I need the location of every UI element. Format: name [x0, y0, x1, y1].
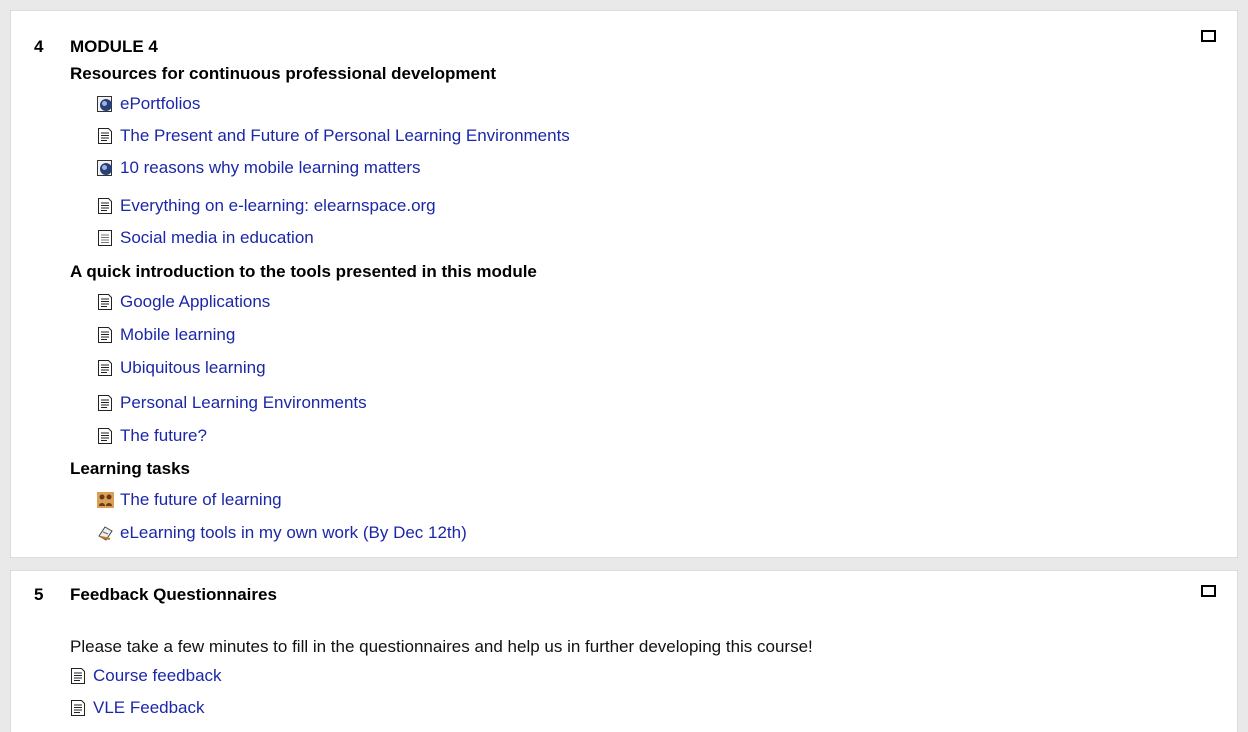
document-icon: [97, 394, 114, 412]
resource-link[interactable]: Personal Learning Environments: [120, 393, 367, 413]
list-item[interactable]: ePortfolios: [97, 93, 200, 115]
section-summary: Please take a few minutes to fill in the…: [70, 637, 813, 656]
resource-link[interactable]: Everything on e-learning: elearnspace.or…: [120, 196, 436, 216]
group-heading: Learning tasks: [70, 459, 190, 478]
resource-link[interactable]: Course feedback: [93, 666, 222, 686]
section-title: Feedback Questionnaires: [70, 585, 277, 604]
document-icon: [97, 326, 114, 344]
document-icon: [97, 197, 114, 215]
list-item[interactable]: Everything on e-learning: elearnspace.or…: [97, 195, 436, 217]
section-number: 4: [34, 37, 44, 56]
highlight-checkbox[interactable]: [1201, 585, 1216, 597]
list-item[interactable]: Course feedback: [70, 665, 222, 687]
activity-link[interactable]: The future of learning: [120, 490, 282, 510]
section-5: 5 Feedback Questionnaires Please take a …: [10, 570, 1238, 732]
list-item[interactable]: Social media in education: [97, 227, 314, 249]
resource-link[interactable]: Google Applications: [120, 292, 270, 312]
section-number: 5: [34, 585, 44, 604]
text-file-icon: [97, 229, 114, 247]
document-icon: [97, 427, 114, 445]
group-heading: Resources for continuous professional de…: [70, 64, 497, 83]
document-icon: [97, 127, 114, 145]
resource-link[interactable]: 10 reasons why mobile learning matters: [120, 158, 420, 178]
document-icon: [70, 667, 87, 685]
list-item[interactable]: Ubiquitous learning: [97, 357, 266, 379]
assignment-icon: [97, 524, 114, 542]
resource-link[interactable]: Ubiquitous learning: [120, 358, 266, 378]
forum-icon: [97, 491, 114, 509]
section-title: MODULE 4: [70, 37, 158, 56]
list-item[interactable]: eLearning tools in my own work (By Dec 1…: [97, 522, 467, 544]
resource-link[interactable]: Mobile learning: [120, 325, 235, 345]
resource-link[interactable]: The Present and Future of Personal Learn…: [120, 126, 570, 146]
list-item[interactable]: VLE Feedback: [70, 697, 205, 719]
list-item[interactable]: 10 reasons why mobile learning matters: [97, 157, 420, 179]
globe-icon: [97, 159, 114, 177]
document-icon: [97, 359, 114, 377]
list-item[interactable]: The future of learning: [97, 489, 282, 511]
group-heading: A quick introduction to the tools presen…: [70, 262, 537, 281]
resource-link[interactable]: ePortfolios: [120, 94, 200, 114]
list-item[interactable]: Personal Learning Environments: [97, 392, 367, 414]
document-icon: [97, 293, 114, 311]
list-item[interactable]: The future?: [97, 425, 207, 447]
section-4: 4 MODULE 4 Resources for continuous prof…: [10, 10, 1238, 558]
list-item[interactable]: Mobile learning: [97, 324, 235, 346]
activity-link[interactable]: eLearning tools in my own work (By Dec 1…: [120, 523, 467, 543]
resource-link[interactable]: The future?: [120, 426, 207, 446]
document-icon: [70, 699, 87, 717]
highlight-checkbox[interactable]: [1201, 30, 1216, 42]
list-item[interactable]: The Present and Future of Personal Learn…: [97, 125, 570, 147]
resource-link[interactable]: Social media in education: [120, 228, 314, 248]
list-item[interactable]: Google Applications: [97, 291, 270, 313]
resource-link[interactable]: VLE Feedback: [93, 698, 205, 718]
globe-icon: [97, 95, 114, 113]
